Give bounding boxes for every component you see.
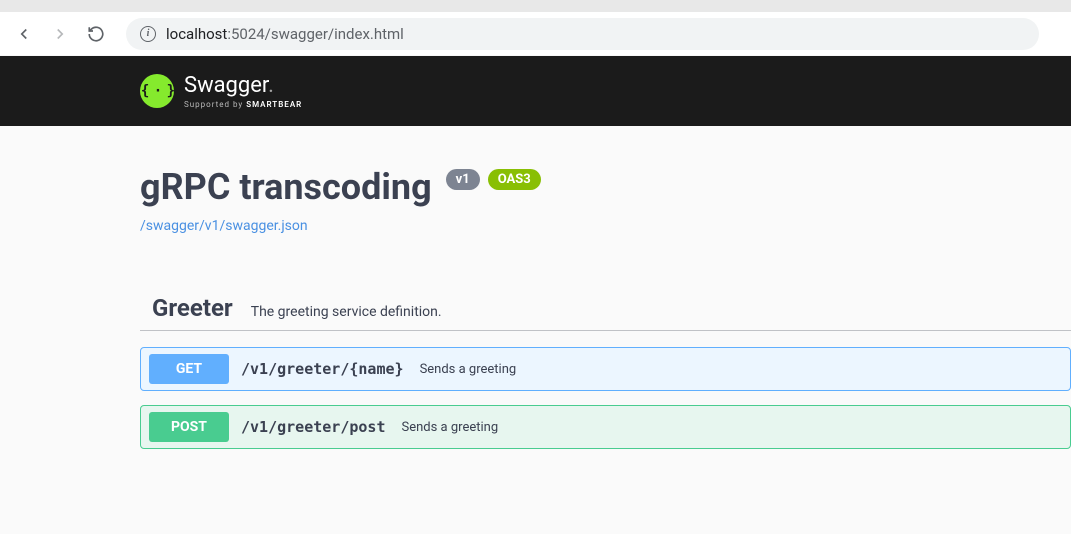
tag-name: Greeter [152,294,233,322]
http-method-badge: POST [149,412,229,442]
url-path: :5024/swagger/index.html [227,25,404,43]
spec-link[interactable]: /swagger/v1/swagger.json [140,218,308,234]
swagger-logo-icon: { · } [140,74,174,108]
operation-get[interactable]: GET/v1/greeter/{name} Sends a greeting [140,347,1071,391]
operation-post[interactable]: POST/v1/greeter/post Sends a greeting [140,405,1071,449]
url-host: localhost [166,25,227,43]
back-button[interactable] [12,22,36,46]
api-title: gRPC transcoding [140,166,432,208]
swagger-top-bar: { · } Swagger. Supported by SMARTBEAR [0,56,1071,126]
tag-description: The greeting service definition. [251,304,442,320]
api-title-row: gRPC transcoding v1 OAS3 [140,166,1071,208]
tag-section: Greeter The greeting service definition.… [140,294,1071,449]
operation-summary: Sends a greeting [402,420,499,435]
operation-summary: Sends a greeting [420,362,517,377]
operation-path: /v1/greeter/{name} [241,360,404,378]
tag-header[interactable]: Greeter The greeting service definition. [140,294,1071,331]
forward-button[interactable] [48,22,72,46]
oas-badge: OAS3 [488,169,541,190]
site-info-icon[interactable]: i [140,26,156,42]
http-method-badge: GET [149,354,229,384]
reload-button[interactable] [84,22,108,46]
operation-list: GET/v1/greeter/{name}Sends a greetingPOS… [140,347,1071,449]
swagger-content: gRPC transcoding v1 OAS3 /swagger/v1/swa… [0,126,1071,449]
swagger-logo[interactable]: { · } Swagger. Supported by SMARTBEAR [140,73,302,109]
url-text: localhost:5024/swagger/index.html [166,25,404,43]
address-bar[interactable]: i localhost:5024/swagger/index.html [126,18,1039,50]
operation-path: /v1/greeter/post [241,418,386,436]
browser-toolbar: i localhost:5024/swagger/index.html [0,12,1071,56]
swagger-brand-text: Swagger. [184,73,302,98]
version-badge: v1 [446,169,480,190]
browser-tab-strip [0,0,1071,12]
swagger-supported-by: Supported by SMARTBEAR [184,100,302,109]
